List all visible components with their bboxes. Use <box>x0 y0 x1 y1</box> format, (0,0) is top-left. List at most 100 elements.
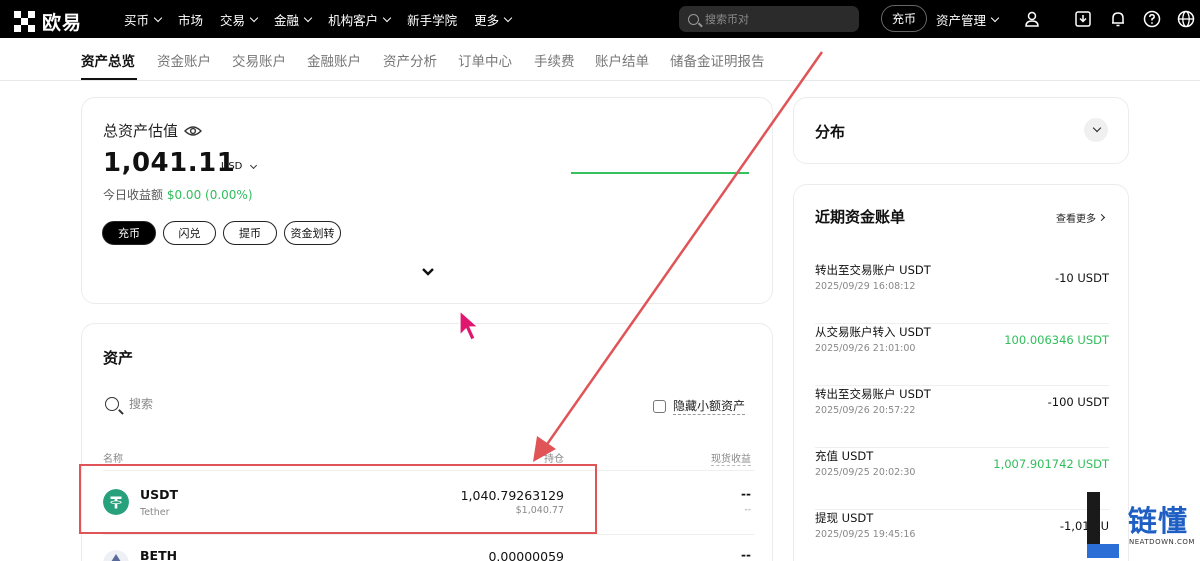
tab-proof-of-reserves[interactable]: 储备金证明报告 <box>670 50 765 70</box>
divider <box>103 534 754 535</box>
chevron-down-icon <box>249 13 259 22</box>
hide-small-assets-toggle[interactable]: 隐藏小额资产 <box>653 397 746 415</box>
bill-name: 转出至交易账户 USDT <box>815 263 931 277</box>
tab-statements[interactable]: 账户结单 <box>595 50 649 70</box>
download-icon[interactable] <box>1073 9 1093 29</box>
today-pnl-value: $0.00 (0.00%) <box>166 188 253 202</box>
nav-label: 金融 <box>274 12 300 28</box>
bill-amount: 1,007.901742 USDT <box>993 457 1109 471</box>
bill-time: 2025/09/29 16:08:12 <box>815 281 916 292</box>
bill-name: 转出至交易账户 USDT <box>815 387 931 401</box>
chevron-right-icon <box>1097 213 1106 222</box>
bill-name: 提现 USDT <box>815 511 874 525</box>
pair-search[interactable] <box>679 6 859 32</box>
bill-item[interactable]: 提现 USDT 2025/09/25 19:45:16 -1,010 U <box>815 510 1109 561</box>
chevron-down-icon <box>503 13 513 22</box>
pnl-sparkline <box>571 172 749 174</box>
tab-asset-analysis[interactable]: 资产分析 <box>383 50 437 70</box>
coin-spot-pnl: -- <box>741 487 751 501</box>
assets-title: 资产 <box>103 349 134 367</box>
tab-trading-account[interactable]: 交易账户 <box>232 50 286 70</box>
bill-amount: -10 USDT <box>1054 271 1109 285</box>
asset-search-input[interactable] <box>129 397 329 411</box>
nav-item-buy-crypto[interactable]: 买币 <box>124 10 163 29</box>
nav-label: 新手学院 <box>407 12 458 28</box>
eye-icon[interactable] <box>184 125 203 137</box>
today-pnl-label: 今日收益额 <box>103 188 164 202</box>
bill-amount: 100.006346 USDT <box>1004 333 1109 347</box>
recent-bills-card: 近期资金账单 查看更多 转出至交易账户 USDT 2025/09/29 16:0… <box>793 184 1129 561</box>
expand-chevron-icon[interactable] <box>421 265 435 279</box>
nav-item-markets[interactable]: 市场 <box>178 10 203 29</box>
bill-item[interactable]: 转出至交易账户 USDT 2025/09/29 16:08:12 -10 USD… <box>815 262 1109 324</box>
logo-text: 欧易 <box>42 12 83 34</box>
search-icon <box>688 13 699 25</box>
total-asset-value: 1,041.11 <box>103 148 236 178</box>
asset-management-label: 资产管理 <box>936 12 987 28</box>
asset-search[interactable] <box>105 397 329 411</box>
top-navbar: 欧易 买币 市场 交易 金融 机构客户 新手学院 更多 充币 资产管理 <box>0 0 1200 38</box>
help-icon[interactable] <box>1142 9 1162 29</box>
valuation-title: 总资产估值 <box>103 120 203 141</box>
asset-management-menu[interactable]: 资产管理 <box>936 0 1000 38</box>
distribution-title: 分布 <box>815 123 846 141</box>
bill-time: 2025/09/25 19:45:16 <box>815 529 916 540</box>
tab-asset-overview[interactable]: 资产总览 <box>81 50 135 70</box>
mouse-cursor-icon <box>459 309 480 341</box>
currency-label: USD <box>221 161 243 172</box>
convert-button[interactable]: 闪兑 <box>163 221 216 245</box>
watermark-sub: NEATDOWN.COM <box>1129 538 1195 546</box>
view-more-link[interactable]: 查看更多 <box>1056 210 1106 225</box>
bill-name: 从交易账户转入 USDT <box>815 325 931 339</box>
deposit-button[interactable]: 充币 <box>102 221 156 245</box>
nav-label: 交易 <box>220 12 246 28</box>
chevron-down-icon <box>382 13 392 22</box>
nav-item-more[interactable]: 更多 <box>474 10 513 29</box>
chevron-down-icon <box>250 161 258 169</box>
tab-fees[interactable]: 手续费 <box>534 50 575 70</box>
bill-item[interactable]: 转出至交易账户 USDT 2025/09/26 20:57:22 -100 US… <box>815 386 1109 448</box>
nav-item-institutional[interactable]: 机构客户 <box>328 10 392 29</box>
withdraw-button[interactable]: 提币 <box>223 221 277 245</box>
logo[interactable]: 欧易 <box>14 8 82 35</box>
hide-small-checkbox[interactable] <box>653 399 666 413</box>
today-pnl: 今日收益额 $0.00 (0.00%) <box>103 186 253 203</box>
bell-icon[interactable] <box>1108 9 1128 29</box>
distribution-toggle-button[interactable] <box>1084 118 1108 142</box>
pair-search-input[interactable] <box>705 12 845 26</box>
annotation-highlight-box <box>79 464 597 534</box>
asset-valuation-card: 总资产估值 1,041.11 USD 今日收益额 $0.00 (0.00%) 充… <box>81 97 773 304</box>
tab-funding-account[interactable]: 资金账户 <box>157 50 211 70</box>
coin-amount: 0.00000059 <box>488 549 564 561</box>
user-icon[interactable] <box>1022 9 1042 29</box>
bill-item[interactable]: 充值 USDT 2025/09/25 20:02:30 1,007.901742… <box>815 448 1109 510</box>
nav-label: 买币 <box>124 12 150 28</box>
currency-selector[interactable]: USD <box>221 161 258 172</box>
transfer-button[interactable]: 资金划转 <box>284 221 341 245</box>
nav-item-trade[interactable]: 交易 <box>220 10 259 29</box>
main-nav: 买币 市场 交易 金融 机构客户 新手学院 更多 <box>124 0 528 38</box>
logo-mark-icon <box>14 10 36 33</box>
valuation-title-text: 总资产估值 <box>103 122 179 140</box>
nav-item-finance[interactable]: 金融 <box>274 10 313 29</box>
deposit-button-top[interactable]: 充币 <box>881 5 927 32</box>
bill-time: 2025/09/26 21:01:00 <box>815 343 916 354</box>
view-more-label: 查看更多 <box>1056 214 1096 225</box>
col-spot-pnl-header[interactable]: 现货收益 <box>711 450 751 466</box>
nav-item-academy[interactable]: 新手学院 <box>407 10 457 29</box>
globe-icon[interactable] <box>1176 9 1196 29</box>
bills-title: 近期资金账单 <box>815 208 906 226</box>
tab-finance-account[interactable]: 金融账户 <box>307 50 361 70</box>
tab-order-center[interactable]: 订单中心 <box>458 50 512 70</box>
coin-spot-pnl-sub: -- <box>744 505 752 515</box>
bill-amount: -100 USDT <box>1047 395 1109 409</box>
col-name-header: 名称 <box>103 454 123 465</box>
nav-label: 市场 <box>178 12 204 28</box>
chevron-down-icon <box>1092 123 1102 133</box>
hide-small-label: 隐藏小额资产 <box>673 399 746 415</box>
beth-coin-icon <box>103 550 129 561</box>
nav-label: 机构客户 <box>328 12 379 28</box>
bill-name: 充值 USDT <box>815 449 874 463</box>
bill-time: 2025/09/25 20:02:30 <box>815 467 916 478</box>
bill-item[interactable]: 从交易账户转入 USDT 2025/09/26 21:01:00 100.006… <box>815 324 1109 386</box>
